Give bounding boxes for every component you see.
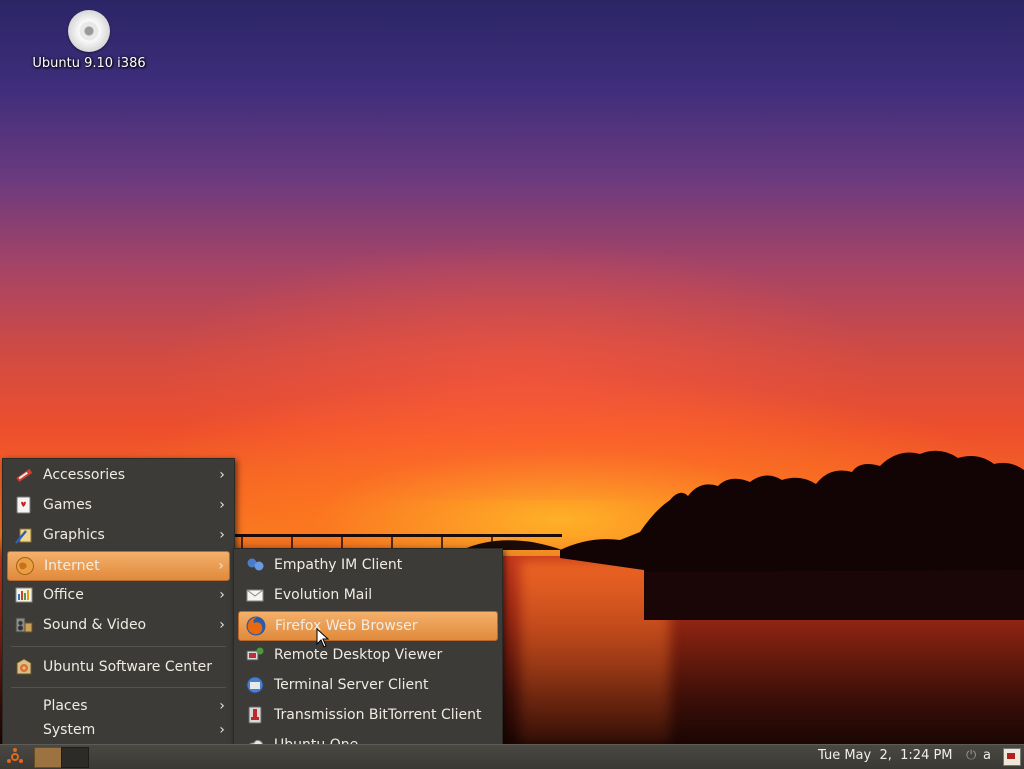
menu-item-firefox[interactable]: Firefox Web Browser [238,611,498,641]
menu-item-evolution-mail[interactable]: Evolution Mail [238,581,498,609]
desktop-icon-cdrom[interactable]: Ubuntu 9.10 i386 [28,10,150,71]
menu-item-places[interactable]: Places › [7,693,230,719]
menu-item-ubuntu-software-center[interactable]: Ubuntu Software Center [7,653,230,681]
chevron-right-icon: › [219,722,225,738]
bottom-panel: Tue May 2, 1:24 PM ⏻ a [0,744,1024,769]
applications-menu: Accessories › Games › Graphics › Interne… [2,458,235,746]
menu-item-label: Internet [44,558,100,574]
office-icon [13,584,35,606]
menu-item-graphics[interactable]: Graphics › [7,521,230,549]
chevron-right-icon: › [219,698,225,714]
internet-submenu: Empathy IM Client Evolution Mail Firefox… [233,548,503,766]
mouse-cursor-icon [316,628,330,648]
menu-item-label: Office [43,587,84,603]
menu-item-transmission[interactable]: Transmission BitTorrent Client [238,701,498,729]
menu-item-accessories[interactable]: Accessories › [7,461,230,489]
show-desktop-icon[interactable] [1003,748,1021,766]
menu-item-label: Accessories [43,467,126,483]
menu-item-remote-desktop-viewer[interactable]: Remote Desktop Viewer [238,641,498,669]
software-center-icon [13,656,35,678]
menu-item-label: Transmission BitTorrent Client [274,707,482,723]
chevron-right-icon: › [218,558,224,574]
games-icon [13,494,35,516]
chevron-right-icon: › [219,467,225,483]
bridge-silhouette [232,534,562,550]
sound-video-icon [13,614,35,636]
menu-item-label: Ubuntu Software Center [43,659,212,675]
menu-item-terminal-server-client[interactable]: Terminal Server Client [238,671,498,699]
menu-item-internet[interactable]: Internet › [7,551,230,581]
menu-item-label: Remote Desktop Viewer [274,647,443,663]
desktop-icon-label: Ubuntu 9.10 i386 [32,56,146,71]
cdrom-icon [68,10,110,52]
user-name[interactable]: a [983,748,991,763]
power-icon[interactable]: ⏻ [966,748,976,763]
menu-item-label: Places [43,698,88,714]
menu-item-label: Sound & Video [43,617,147,633]
menu-item-office[interactable]: Office › [7,581,230,609]
chevron-right-icon: › [219,497,225,513]
chevron-right-icon: › [219,617,225,633]
menu-separator [11,646,226,647]
island-silhouette [560,450,1024,620]
internet-icon [14,555,36,577]
menu-item-label: Games [43,497,92,513]
terminal-server-icon [244,674,266,696]
ubuntu-menu-icon[interactable] [4,747,26,767]
menu-item-label: Firefox Web Browser [275,618,418,634]
menu-item-empathy[interactable]: Empathy IM Client [238,551,498,579]
menu-item-system[interactable]: System › [7,717,230,743]
menu-item-label: Evolution Mail [274,587,373,603]
panel-clock[interactable]: Tue May 2, 1:24 PM [818,748,953,763]
chevron-right-icon: › [219,587,225,603]
accessories-icon [13,464,35,486]
remote-desktop-icon [244,644,266,666]
empathy-icon [244,554,266,576]
transmission-icon [244,704,266,726]
menu-item-label: Graphics [43,527,105,543]
workspace-2[interactable] [61,747,89,768]
firefox-icon [245,615,267,637]
chevron-right-icon: › [219,527,225,543]
menu-item-label: Terminal Server Client [274,677,429,693]
menu-item-label: System [43,722,96,738]
graphics-icon [13,524,35,546]
menu-item-games[interactable]: Games › [7,491,230,519]
workspace-1[interactable] [34,747,62,768]
menu-item-label: Empathy IM Client [274,557,403,573]
mail-icon [244,584,266,606]
menu-item-sound-video[interactable]: Sound & Video › [7,611,230,639]
menu-separator [11,687,226,688]
